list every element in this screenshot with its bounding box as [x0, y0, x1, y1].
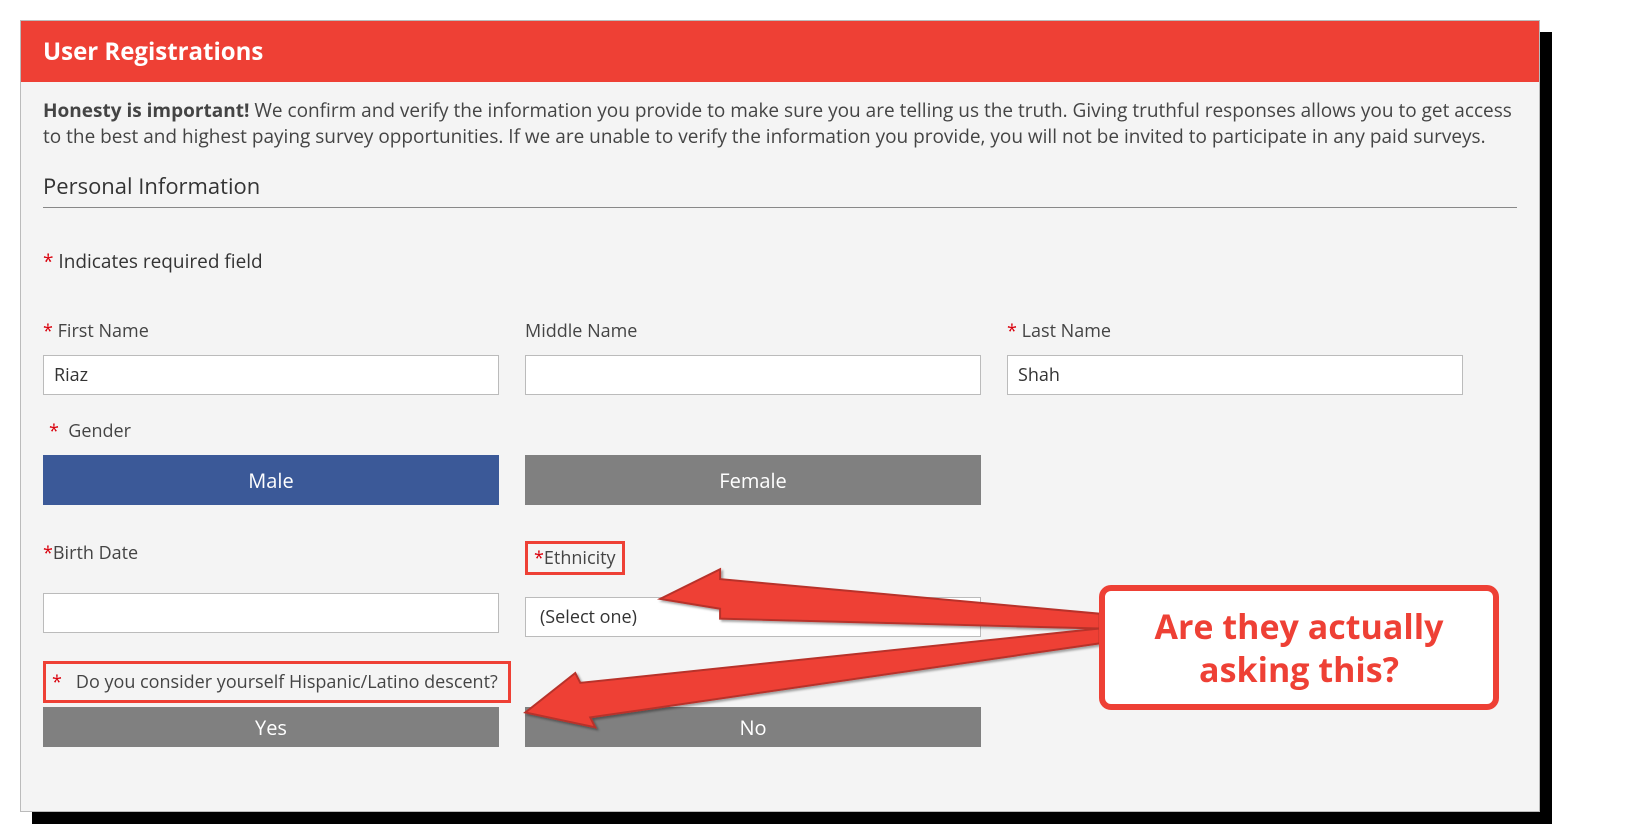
birth-date-label: *Birth Date: [43, 541, 499, 565]
asterisk-icon: *: [43, 541, 53, 565]
gender-female-text: Female: [719, 467, 786, 494]
middle-name-col: Middle Name: [525, 319, 981, 395]
gender-female-button[interactable]: Female: [525, 455, 981, 505]
birth-date-input[interactable]: [43, 593, 499, 633]
gender-male-col: Male: [43, 455, 499, 505]
first-name-label: * First Name: [43, 319, 499, 343]
middle-name-label: Middle Name: [525, 319, 981, 343]
last-name-label: * Last Name: [1007, 319, 1463, 343]
first-name-label-text: First Name: [58, 319, 149, 343]
intro-bold: Honesty is important!: [43, 97, 249, 123]
asterisk-icon: *: [43, 248, 53, 274]
last-name-label-text: Last Name: [1022, 319, 1111, 343]
hispanic-yes-col: Yes: [43, 707, 499, 747]
registration-panel: User Registrations Honesty is important!…: [20, 20, 1540, 812]
last-name-col: * Last Name: [1007, 319, 1463, 395]
asterisk-icon: *: [52, 670, 62, 694]
birth-date-col: *Birth Date: [43, 541, 499, 633]
birth-date-label-text: Birth Date: [53, 541, 138, 565]
gender-male-text: Male: [248, 467, 293, 494]
hispanic-yes-text: Yes: [255, 714, 287, 741]
gender-label: * Gender: [49, 419, 1517, 443]
ethnicity-label: *Ethnicity: [525, 541, 981, 575]
intro-rest: We confirm and verify the information yo…: [43, 97, 1512, 149]
ethnicity-col: *Ethnicity (Select one): [525, 541, 981, 637]
asterisk-icon: *: [534, 546, 544, 570]
first-name-input[interactable]: [43, 355, 499, 395]
hispanic-yes-button[interactable]: Yes: [43, 707, 499, 747]
hispanic-label-text: Do you consider yourself Hispanic/Latino…: [76, 670, 498, 694]
intro-text: Honesty is important! We confirm and ver…: [43, 98, 1517, 149]
name-row: * First Name Middle Name * Last Name: [43, 319, 1517, 395]
asterisk-icon: *: [1007, 319, 1017, 343]
hispanic-label-box: * Do you consider yourself Hispanic/Latin…: [43, 661, 511, 703]
section-title: Personal Information: [43, 171, 1517, 208]
hispanic-row: Yes No: [43, 707, 1517, 747]
hispanic-no-text: No: [739, 714, 766, 741]
hispanic-no-col: No: [525, 707, 981, 747]
ethnicity-label-text: Ethnicity: [544, 546, 616, 570]
hispanic-section: * Do you consider yourself Hispanic/Latin…: [43, 661, 1517, 747]
panel-header: User Registrations: [21, 21, 1539, 82]
first-name-col: * First Name: [43, 319, 499, 395]
required-note: * Indicates required field: [43, 248, 1517, 274]
asterisk-icon: *: [43, 319, 53, 343]
gender-female-col: Female: [525, 455, 981, 505]
last-name-input[interactable]: [1007, 355, 1463, 395]
page-title: User Registrations: [43, 35, 263, 68]
middle-name-input[interactable]: [525, 355, 981, 395]
gender-row: Male Female: [43, 455, 1517, 505]
hispanic-no-button[interactable]: No: [525, 707, 981, 747]
birth-ethnicity-row: *Birth Date *Ethnicity (Select one): [43, 541, 1517, 637]
panel-body: Honesty is important! We confirm and ver…: [21, 82, 1539, 811]
required-note-text: Indicates required field: [53, 248, 262, 274]
gender-label-text: Gender: [68, 419, 131, 443]
gender-male-button[interactable]: Male: [43, 455, 499, 505]
ethnicity-select[interactable]: (Select one): [525, 597, 981, 637]
asterisk-icon: *: [49, 419, 59, 443]
